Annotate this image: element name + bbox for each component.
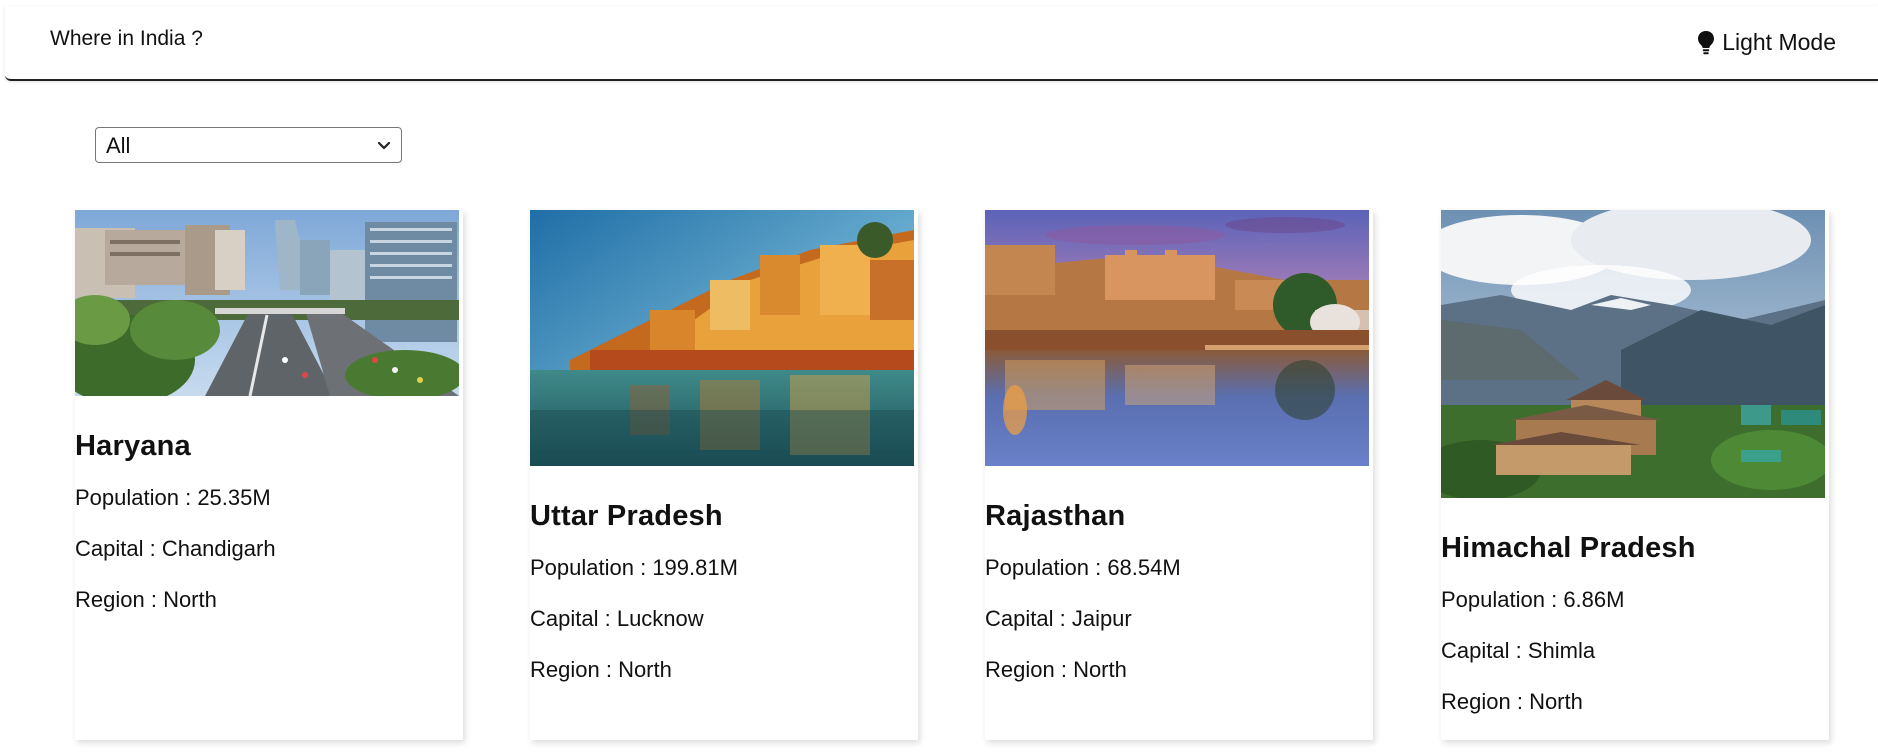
navbar: Where in India ? Light Mode: [5, 6, 1878, 81]
state-name: Rajasthan: [985, 500, 1126, 532]
state-card-himachal-pradesh[interactable]: Himachal Pradesh Population : 6.86M Capi…: [1441, 210, 1829, 740]
capital-line: Capital : Shimla: [1441, 638, 1596, 663]
region-filter: All: [95, 127, 402, 163]
capital-line: Capital : Chandigarh: [75, 536, 276, 561]
region-value: North: [1529, 689, 1583, 714]
region-line: Region : North: [1441, 689, 1583, 714]
app-title: Where in India ?: [50, 26, 203, 50]
region-line: Region : North: [75, 587, 217, 612]
mode-label: Light Mode: [1722, 29, 1836, 55]
state-card-uttar-pradesh[interactable]: Uttar Pradesh Population : 199.81M Capit…: [530, 210, 918, 740]
capital-value: Shimla: [1527, 638, 1596, 663]
region-value: North: [1073, 657, 1127, 682]
river-ghats-image: [530, 210, 914, 466]
region-line: Region : North: [985, 657, 1127, 682]
state-card-rajasthan[interactable]: Rajasthan Population : 68.54M Capital : …: [985, 210, 1373, 740]
city-skyline-image: [75, 210, 459, 396]
capital-line: Capital : Lucknow: [530, 606, 704, 631]
capital-value: Chandigarh: [161, 536, 276, 561]
region-value: North: [618, 657, 672, 682]
state-name: Uttar Pradesh: [530, 500, 723, 532]
capital-value: Jaipur: [1071, 606, 1132, 631]
region-value: North: [163, 587, 217, 612]
mountain-temple-image: [1441, 210, 1825, 498]
light-mode-toggle[interactable]: Light Mode: [1697, 29, 1836, 56]
capital-value: Lucknow: [616, 606, 704, 631]
region-select[interactable]: All: [95, 127, 402, 163]
state-name: Haryana: [75, 430, 191, 462]
population-value: 25.35M: [197, 485, 271, 510]
population-value: 6.86M: [1563, 587, 1625, 612]
region-line: Region : North: [530, 657, 672, 682]
lightbulb-icon: [1697, 30, 1715, 56]
capital-line: Capital : Jaipur: [985, 606, 1132, 631]
population-value: 68.54M: [1107, 555, 1181, 580]
population-line: Population : 68.54M: [985, 555, 1181, 580]
population-line: Population : 199.81M: [530, 555, 738, 580]
fort-lake-image: [985, 210, 1369, 466]
state-card-haryana[interactable]: Haryana Population : 25.35M Capital : Ch…: [75, 210, 463, 740]
state-name: Himachal Pradesh: [1441, 532, 1696, 564]
population-line: Population : 6.86M: [1441, 587, 1625, 612]
population-value: 199.81M: [652, 555, 738, 580]
population-line: Population : 25.35M: [75, 485, 271, 510]
